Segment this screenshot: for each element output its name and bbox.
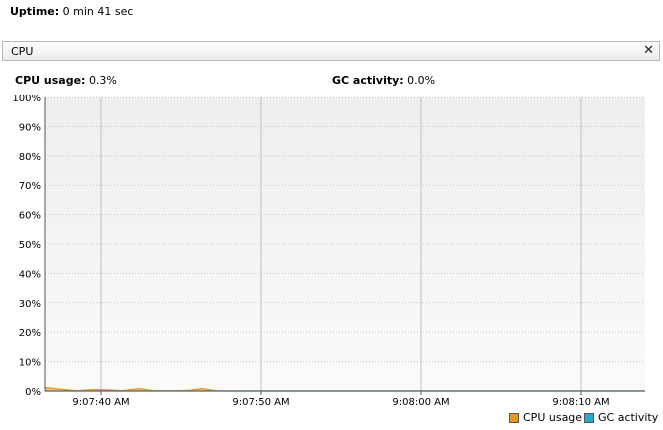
- legend-cpu-label: CPU usage: [523, 411, 583, 424]
- uptime-label: Uptime:: [10, 5, 60, 18]
- cpu-usage-stat: CPU usage: 0.3%: [15, 74, 117, 87]
- x-tick-label: 9:07:50 AM: [232, 397, 289, 407]
- panel-title: CPU: [11, 45, 34, 58]
- cpu-usage-swatch: [509, 412, 519, 423]
- cpu-usage-value: 0.3%: [88, 74, 117, 87]
- y-tick-label: 70%: [19, 181, 41, 192]
- uptime-readout: Uptime: 0 min 41 sec: [10, 5, 133, 18]
- cpu-chart: 0% 10% 20% 30% 40% 50% 60% 70% 80% 90% 100% 9:07:40…: [12, 95, 645, 407]
- y-tick-label: 90%: [19, 122, 41, 133]
- close-icon[interactable]: ✕: [643, 43, 654, 59]
- y-tick-label: 0%: [25, 387, 41, 398]
- y-tick-label: 50%: [19, 240, 41, 251]
- cpu-panel-header: CPU ✕: [2, 41, 660, 61]
- legend-gc-label: GC activity: [598, 411, 659, 424]
- y-tick-label: 100%: [12, 95, 41, 104]
- cpu-usage-label: CPU usage:: [15, 74, 86, 87]
- gc-activity-value: 0.0%: [407, 74, 436, 87]
- y-tick-label: 10%: [19, 358, 41, 369]
- x-tick-label: 9:07:40 AM: [72, 397, 129, 407]
- y-tick-label: 80%: [19, 152, 41, 163]
- uptime-value: 0 min 41 sec: [62, 5, 134, 18]
- gc-activity-label: GC activity:: [332, 74, 404, 87]
- x-tick-label: 9:08:10 AM: [552, 397, 609, 407]
- x-tick-label: 9:08:00 AM: [392, 397, 449, 407]
- gc-activity-swatch: [584, 412, 594, 423]
- gc-activity-stat: GC activity: 0.0%: [332, 74, 435, 87]
- legend-cpu-usage: CPU usage: [509, 411, 582, 424]
- y-tick-label: 60%: [19, 211, 41, 222]
- legend-gc-activity: GC activity: [584, 411, 658, 424]
- y-tick-label: 40%: [19, 269, 41, 280]
- y-tick-label: 30%: [19, 299, 41, 310]
- y-tick-label: 20%: [19, 328, 41, 339]
